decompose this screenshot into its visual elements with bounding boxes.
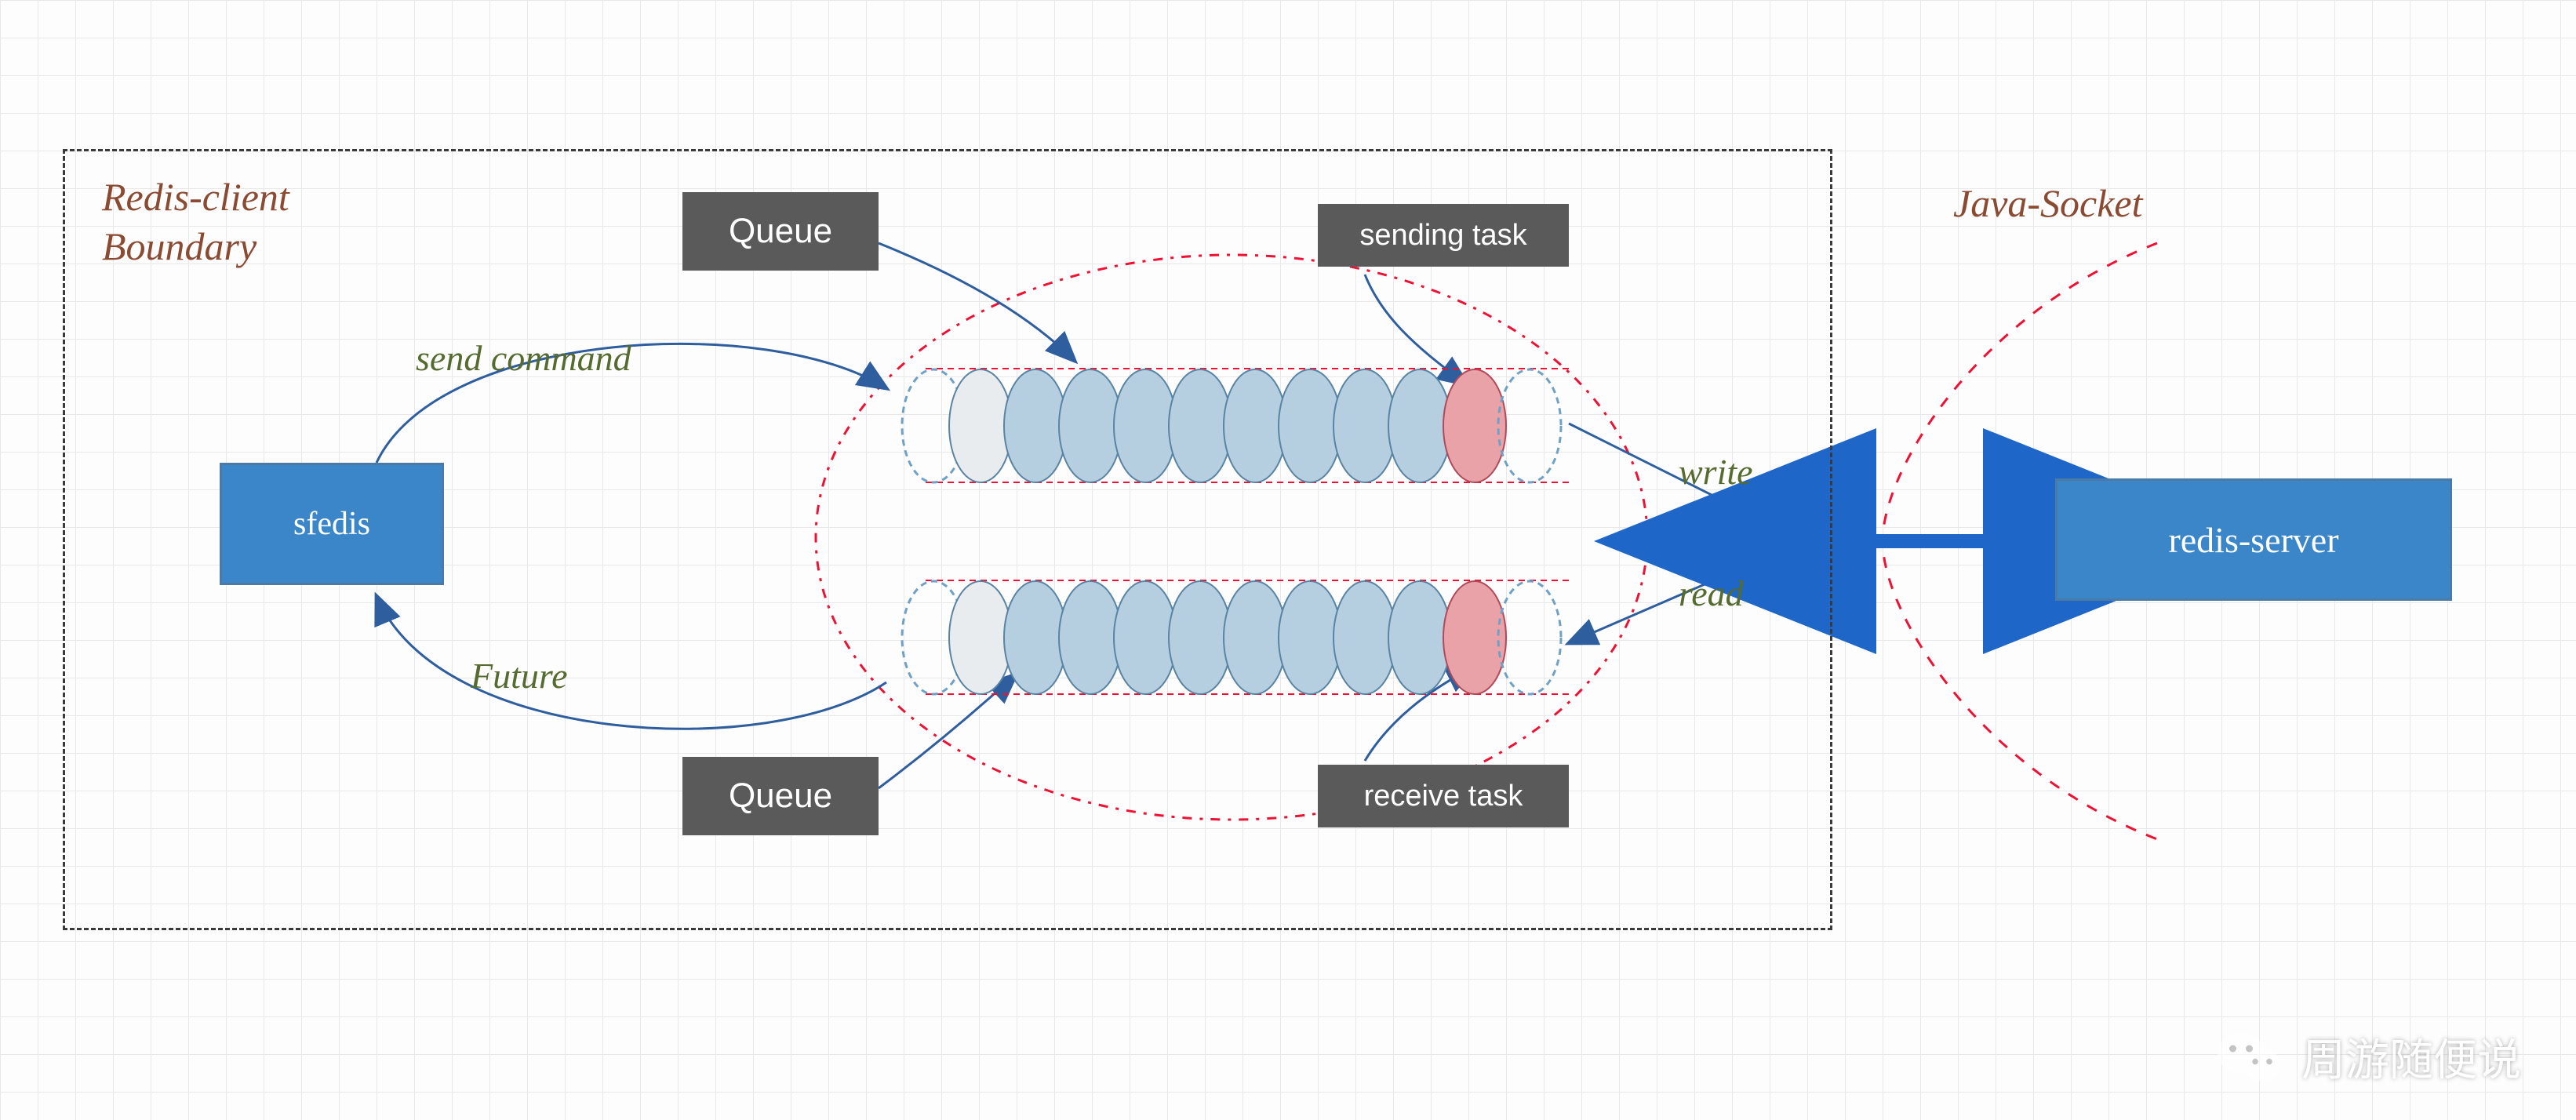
future-label: Future xyxy=(471,655,568,696)
watermark: 周游随便说 xyxy=(2215,1025,2521,1089)
watermark-text: 周游随便说 xyxy=(2301,1025,2521,1089)
write-label: write xyxy=(1679,451,1753,493)
sending-task-label: sending task xyxy=(1318,204,1569,267)
send-command-label: send command xyxy=(416,337,631,379)
redis-server-box: redis-server xyxy=(2055,478,2452,601)
queue-top-shape xyxy=(902,369,1569,482)
queue-label-bottom: Queue xyxy=(682,757,879,835)
receive-task-label: receive task xyxy=(1318,765,1569,827)
wechat-icon xyxy=(2215,1027,2286,1086)
java-socket-label: Java-Socket xyxy=(1953,180,2143,226)
boundary-title-line1: Redis-client xyxy=(102,175,289,219)
boundary-title-line2: Boundary xyxy=(102,224,257,268)
diagram-stage: Redis-client Boundary Java-Socket sfedis… xyxy=(0,0,2576,1120)
queue-label-top: Queue xyxy=(682,192,879,271)
boundary-title: Redis-client Boundary xyxy=(102,173,289,271)
sfedis-box: sfedis xyxy=(220,463,444,585)
read-label: read xyxy=(1679,573,1744,614)
queue-bottom-shape xyxy=(902,580,1569,694)
